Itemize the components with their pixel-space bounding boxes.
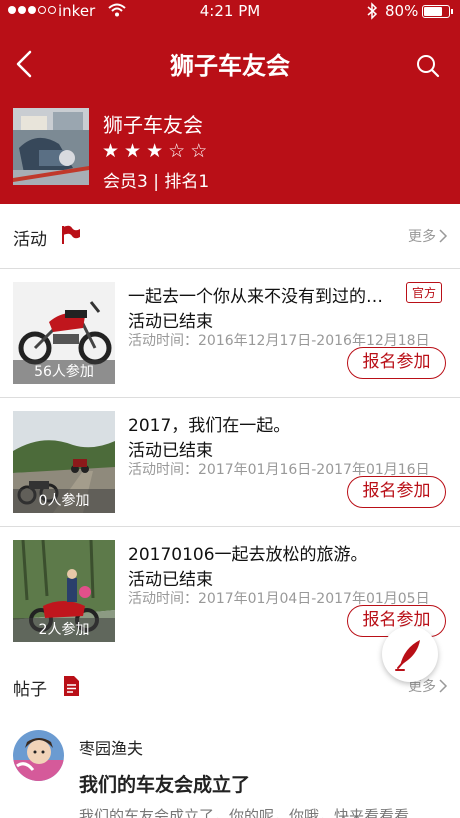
activity-thumbnail: 2人参加 xyxy=(13,540,115,642)
post-author: 枣园渔夫 xyxy=(79,739,144,758)
status-bar: inker 4:21 PM 80% xyxy=(0,0,460,24)
activities-title: 活动 xyxy=(13,230,47,250)
star-filled-icon: ★ xyxy=(124,140,142,162)
activity-status: 活动已结束 xyxy=(128,312,213,332)
signup-button[interactable]: 报名参加 xyxy=(347,476,446,508)
activity-status: 活动已结束 xyxy=(128,441,213,461)
avatar[interactable] xyxy=(13,730,64,781)
activities-section-header: 活动 更多 xyxy=(0,204,460,270)
activity-status: 活动已结束 xyxy=(128,570,213,590)
activity-title: 一起去一个你从来不没有到过的地方 xyxy=(128,287,398,307)
star-empty-icon: ☆ xyxy=(168,140,186,162)
participant-count: 0人参加 xyxy=(13,489,115,513)
club-name: 狮子车友会 xyxy=(103,113,203,137)
post-excerpt: 我们的车友会成立了，你的呢，你哦，快来看看看 xyxy=(79,807,410,818)
club-header: 狮子车友会 ★ ★ ★ ☆ ☆ 会员3 | 排名1 xyxy=(0,104,460,204)
participant-count: 56人参加 xyxy=(13,360,115,384)
star-filled-icon: ★ xyxy=(146,140,164,162)
feather-pen-icon xyxy=(395,640,420,671)
bluetooth-icon xyxy=(367,2,378,20)
nav-bar: 狮子车友会 xyxy=(0,24,460,104)
activity-item[interactable]: 0人参加 2017，我们在一起。 活动已结束 活动时间：2017年01月16日-… xyxy=(0,397,460,526)
back-button[interactable] xyxy=(10,44,42,84)
posts-title: 帖子 xyxy=(13,680,47,700)
post-item[interactable]: 枣园渔夫 我们的车友会成立了 我们的车友会成立了，你的呢，你哦，快来看看看 xyxy=(0,710,460,818)
activities-more-link[interactable]: 更多 xyxy=(408,226,448,246)
flag-icon xyxy=(62,225,80,244)
club-avatar[interactable] xyxy=(13,108,89,185)
participant-count: 2人参加 xyxy=(13,618,115,642)
more-label: 更多 xyxy=(408,229,436,245)
activity-thumbnail: 0人参加 xyxy=(13,411,115,513)
activity-thumbnail: 56人参加 xyxy=(13,282,115,384)
rating-stars: ★ ★ ★ ☆ ☆ xyxy=(102,140,207,162)
club-meta: 会员3 | 排名1 xyxy=(103,172,210,192)
search-icon xyxy=(417,55,440,78)
compose-post-button[interactable] xyxy=(382,626,438,682)
activity-item[interactable]: 56人参加 一起去一个你从来不没有到过的地方 官方 活动已结束 活动时间：201… xyxy=(0,268,460,397)
battery-icon xyxy=(422,5,453,18)
official-badge: 官方 xyxy=(406,282,443,303)
chevron-right-icon xyxy=(439,679,448,693)
star-empty-icon: ☆ xyxy=(190,140,208,162)
document-icon xyxy=(64,676,79,696)
activity-title: 20170106一起去放松的旅游。 xyxy=(128,545,368,565)
search-button[interactable] xyxy=(412,50,444,82)
chevron-left-icon xyxy=(16,50,32,78)
signup-button[interactable]: 报名参加 xyxy=(347,347,446,379)
post-title: 我们的车友会成立了 xyxy=(79,774,251,796)
star-filled-icon: ★ xyxy=(102,140,120,162)
page-title: 狮子车友会 xyxy=(170,52,290,80)
activity-title: 2017，我们在一起。 xyxy=(128,416,291,436)
battery-percent: 80% xyxy=(385,2,419,20)
chevron-right-icon xyxy=(439,229,448,243)
